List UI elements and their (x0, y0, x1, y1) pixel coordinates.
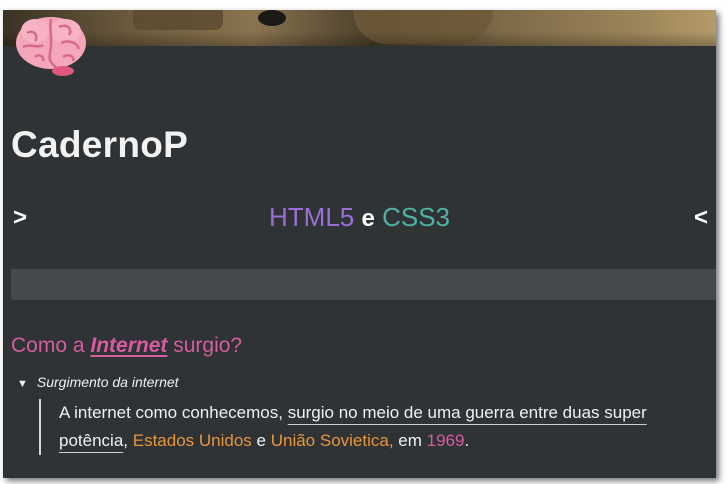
details-summary-label: Surgimento da internet (36, 374, 179, 390)
brain-icon (16, 17, 86, 76)
heading-text-post: surgio? (167, 334, 243, 357)
country-highlight: União Sovietica, (270, 431, 394, 450)
details-summary-toggle[interactable]: ▼ Surgimento da internet (17, 374, 179, 390)
heading-text-pre: Como a (11, 334, 91, 357)
header-banner-image (3, 10, 716, 46)
content-text: , (123, 431, 133, 450)
page-navigation: > HTML5 e CSS3 < (3, 200, 716, 240)
content-text: e (251, 431, 271, 450)
year-highlight: 1969 (426, 431, 465, 450)
menu-bar (11, 269, 716, 300)
content-text: A internet como conhecemos, (59, 403, 288, 422)
css3-label: CSS3 (382, 202, 450, 232)
section-heading: Como a Internet surgio? (11, 334, 242, 358)
site-title: CadernoP (11, 124, 189, 165)
conjunction-label: e (361, 205, 375, 232)
nav-next-link[interactable]: < (694, 204, 708, 232)
page-subtitle: HTML5 e CSS3 (3, 202, 716, 233)
html5-label: HTML5 (269, 202, 355, 232)
heading-emphasis: Internet (90, 334, 168, 357)
content-text: em (393, 431, 427, 450)
triangle-down-icon: ▼ (17, 378, 28, 390)
content-text: . (464, 431, 470, 450)
details-content: A internet como conhecemos, surgio no me… (39, 399, 709, 455)
country-highlight: Estados Unidos (132, 431, 252, 450)
page-window: CadernoP > HTML5 e CSS3 < Como a Interne… (3, 10, 716, 478)
